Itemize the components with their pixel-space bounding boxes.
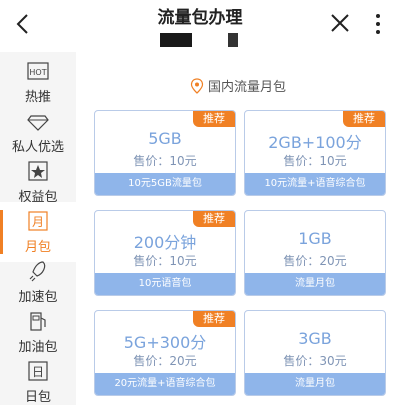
package-list: 国内流量月包 推荐 5GB 售价：10元 10元5GB流量包 推荐 2GB+10… (76, 52, 400, 405)
package-card[interactable]: 推荐 5G+300分 售价：20元 20元流量+语音综合包 (94, 310, 236, 396)
hot-icon: HOT (27, 61, 49, 80)
package-name: 3GB (298, 329, 332, 348)
close-icon[interactable] (330, 13, 350, 33)
package-name: 1GB (298, 229, 332, 248)
package-footer: 10元流量+语音综合包 (245, 173, 385, 195)
svg-text:日: 日 (32, 365, 44, 379)
recommend-badge: 推荐 (193, 211, 235, 227)
package-name: 2GB+100分 (268, 133, 362, 152)
package-card[interactable]: 推荐 2GB+100分 售价：10元 10元流量+语音综合包 (244, 110, 386, 196)
package-price: 售价：20元 (283, 254, 347, 268)
package-name: 5G+300分 (123, 333, 207, 352)
more-icon[interactable] (368, 12, 388, 36)
top-bar: 流量包办理 (0, 0, 400, 52)
package-footer: 流量月包 (245, 273, 385, 295)
rocket-icon (29, 260, 46, 281)
recommend-badge: 推荐 (193, 311, 235, 327)
redacted-block (160, 33, 192, 47)
package-footer: 流量月包 (245, 373, 385, 395)
section-title: 国内流量月包 (76, 76, 400, 95)
location-pin-icon (190, 78, 204, 94)
package-price: 售价：10元 (283, 154, 347, 168)
diamond-icon (27, 114, 49, 131)
package-name: 200分钟 (133, 233, 197, 252)
rights-icon (28, 160, 48, 181)
package-footer: 20元流量+语音综合包 (95, 373, 235, 395)
sidebar-item-label: 日包 (24, 389, 51, 405)
day-icon: 日 (28, 360, 48, 381)
package-price: 售价：10元 (133, 154, 197, 168)
recommend-badge: 推荐 (343, 111, 385, 127)
package-price: 售价：20元 (133, 354, 197, 368)
fuel-icon (30, 311, 46, 331)
package-price: 售价：30元 (283, 354, 347, 368)
month-icon: 月 (28, 210, 48, 231)
package-price: 售价：10元 (133, 254, 197, 268)
sidebar: HOT 热推 私人优选 权益包 月 月包 加速包 加油包 日 日包 (0, 52, 76, 405)
package-card[interactable]: 1GB 售价：20元 流量月包 (244, 210, 386, 296)
svg-text:HOT: HOT (29, 68, 46, 77)
package-card[interactable]: 推荐 200分钟 售价：10元 10元语音包 (94, 210, 236, 296)
recommend-badge: 推荐 (193, 111, 235, 127)
package-card[interactable]: 推荐 5GB 售价：10元 10元5GB流量包 (94, 110, 236, 196)
package-name: 5GB (148, 129, 182, 148)
redacted-block (228, 33, 238, 47)
svg-text:月: 月 (32, 215, 44, 229)
package-card[interactable]: 3GB 售价：30元 流量月包 (244, 310, 386, 396)
sidebar-item-daily[interactable]: 日 日包 (0, 352, 76, 412)
package-footer: 10元语音包 (95, 273, 235, 295)
section-title-text: 国内流量月包 (207, 80, 286, 95)
package-footer: 10元5GB流量包 (95, 173, 235, 195)
